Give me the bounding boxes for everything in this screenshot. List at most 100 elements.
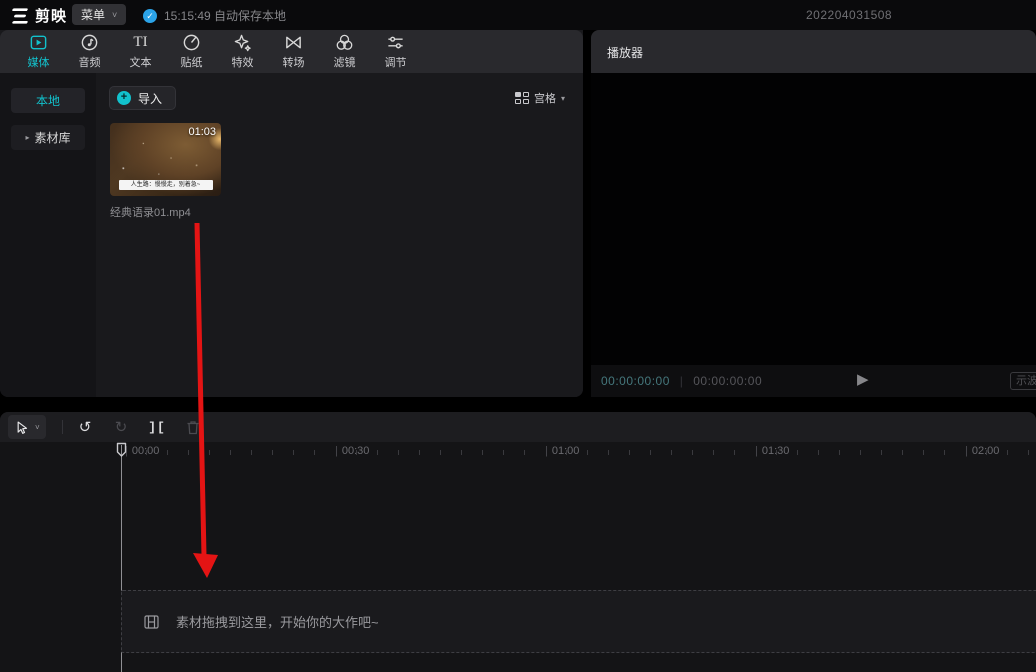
title-bar: 剪映 菜单 ˅ ✓ 15:15:49 自动保存本地 202204031508 (0, 0, 1036, 30)
ruler-tick (293, 450, 294, 455)
ruler-tick (713, 450, 714, 455)
tab-filter[interactable]: 滤镜 (319, 30, 370, 73)
tab-media[interactable]: 媒体 (13, 30, 64, 73)
timeline-ruler[interactable]: |00:00 |00:30 |01:00 |01:30 |02:00 (0, 442, 1036, 462)
ruler-label: |00:30 (335, 445, 369, 457)
ruler-tick (377, 450, 378, 455)
toolbar-divider (62, 420, 63, 434)
autosave-status: ✓ 15:15:49 自动保存本地 (143, 7, 286, 24)
ruler-tick (986, 450, 987, 455)
chevron-down-icon: ▾ (561, 94, 565, 103)
sticker-icon (182, 33, 201, 52)
dropzone-hint: 素材拖拽到这里，开始你的大作吧~ (176, 612, 379, 631)
ruler-tick (902, 450, 903, 455)
ruler-tick (188, 450, 189, 455)
tab-text[interactable]: TI 文本 (115, 30, 166, 73)
delete-button[interactable] (180, 415, 206, 439)
media-sidebar: 本地 ▸ 素材库 (0, 73, 96, 397)
ruler-tick (797, 450, 798, 455)
ruler-tick (398, 450, 399, 455)
text-icon: TI (133, 33, 147, 52)
playhead-handle[interactable] (116, 442, 127, 458)
player-panel: 播放器 00:00:00:00 | 00:00:00:00 ▶ 示波器 (591, 30, 1036, 397)
player-title: 播放器 (607, 44, 643, 61)
ruler-tick (503, 450, 504, 455)
ruler-tick (440, 450, 441, 455)
chevron-down-icon: ˅ (35, 423, 40, 432)
tab-sticker[interactable]: 贴纸 (166, 30, 217, 73)
ruler-tick (776, 450, 777, 455)
ruler-tick (944, 450, 945, 455)
ruler-tick (482, 450, 483, 455)
ruler-label: |01:00 (545, 445, 579, 457)
adjust-icon (386, 33, 405, 52)
tab-effects[interactable]: 特效 (217, 30, 268, 73)
ruler-tick (356, 450, 357, 455)
project-name: 202204031508 (806, 8, 892, 22)
ruler-label: |01:30 (755, 445, 789, 457)
ruler-label: |02:00 (965, 445, 999, 457)
redo-button[interactable]: ↻ (108, 415, 134, 439)
ruler-tick (566, 450, 567, 455)
ruler-tick (839, 450, 840, 455)
current-time: 00:00:00:00 (601, 374, 670, 388)
timeline-toolbar: ˅ ↺ ↻ ][ (0, 412, 1036, 442)
ruler-tick (1028, 450, 1029, 455)
undo-button[interactable]: ↺ (72, 415, 98, 439)
play-button[interactable]: ▶ (857, 370, 869, 388)
ruler-tick (1007, 450, 1008, 455)
ruler-tick (629, 450, 630, 455)
expand-arrow-icon: ▸ (25, 133, 29, 142)
player-viewport (591, 73, 1036, 365)
ruler-label: |00:00 (125, 445, 159, 457)
tab-adjust[interactable]: 调节 (370, 30, 421, 73)
chevron-down-icon: ˅ (112, 10, 117, 20)
ruler-tick (860, 450, 861, 455)
player-controls: 00:00:00:00 | 00:00:00:00 ▶ 示波器 (591, 365, 1036, 397)
player-header: 播放器 (591, 30, 1036, 73)
media-content: + 导入 宫格 ▾ 01:03 人生路：慢慢走，别着急~ 经典语录01.mp4 (96, 73, 583, 397)
transition-icon (284, 33, 303, 52)
timecode-display: 00:00:00:00 | 00:00:00:00 (601, 374, 762, 388)
ruler-tick (230, 450, 231, 455)
media-panel: 媒体 音频 TI 文本 贴纸 特效 转场 (0, 30, 583, 397)
ruler-tick (272, 450, 273, 455)
view-mode-selector[interactable]: 宫格 ▾ (515, 90, 565, 106)
media-icon (29, 33, 48, 52)
timeline-panel: ˅ ↺ ↻ ][ |00:00|00:30|01:00|01:30|02:00 … (0, 412, 1036, 672)
ruler-tick (923, 450, 924, 455)
split-button[interactable]: ][ (144, 415, 170, 439)
timeline-tracks[interactable]: 素材拖拽到这里，开始你的大作吧~ (0, 462, 1036, 672)
film-icon (144, 615, 159, 629)
select-tool-button[interactable]: ˅ (8, 415, 46, 439)
clip-duration: 01:03 (188, 126, 216, 138)
tab-audio[interactable]: 音频 (64, 30, 115, 73)
check-icon: ✓ (143, 9, 157, 23)
scope-button[interactable]: 示波器 (1010, 372, 1036, 390)
effects-icon (233, 33, 252, 52)
ruler-tick (587, 450, 588, 455)
app-name: 剪映 (35, 5, 67, 26)
import-button[interactable]: + 导入 (109, 86, 176, 110)
clip-filename: 经典语录01.mp4 (110, 204, 222, 220)
tab-transition[interactable]: 转场 (268, 30, 319, 73)
sidebar-item-local[interactable]: 本地 (11, 88, 85, 113)
ruler-tick (881, 450, 882, 455)
sidebar-item-library[interactable]: ▸ 素材库 (11, 125, 85, 150)
media-clip-card[interactable]: 01:03 人生路：慢慢走，别着急~ 经典语录01.mp4 (110, 123, 222, 220)
asset-tabbar: 媒体 音频 TI 文本 贴纸 特效 转场 (0, 30, 583, 73)
timeline-dropzone[interactable]: 素材拖拽到这里，开始你的大作吧~ (121, 590, 1036, 653)
menu-button[interactable]: 菜单 ˅ (72, 4, 126, 25)
clip-thumbnail[interactable]: 01:03 人生路：慢慢走，别着急~ (110, 123, 221, 196)
ruler-tick (461, 450, 462, 455)
ruler-tick (419, 450, 420, 455)
filter-icon (335, 33, 354, 52)
trash-icon (186, 420, 200, 435)
plus-icon: + (117, 91, 131, 105)
clip-subtitle-caption: 人生路：慢慢走，别着急~ (119, 180, 213, 190)
ruler-tick (734, 450, 735, 455)
ruler-tick (209, 450, 210, 455)
ruler-tick (167, 450, 168, 455)
ruler-tick (671, 450, 672, 455)
ruler-tick (314, 450, 315, 455)
